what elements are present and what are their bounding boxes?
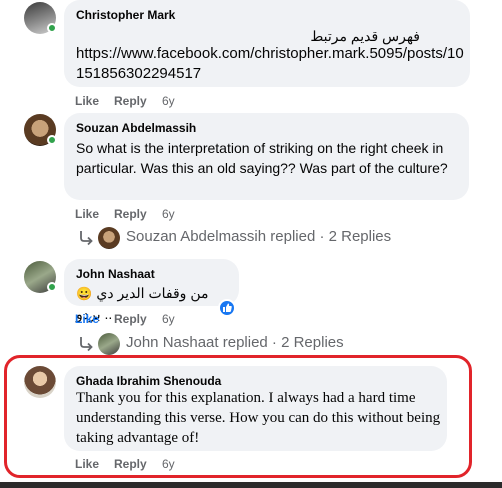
comment-bubble: Souzan Abdelmassih So what is the interp… [64, 113, 469, 200]
comment-bubble: Christopher Mark فهرس قديم مرتبط https:/… [64, 0, 470, 87]
comment-bubble: John Nashaat 😀 من وقفات الدير دي بردو .. [64, 259, 239, 322]
online-status-icon [47, 135, 57, 145]
comment-age[interactable]: 6y [162, 457, 175, 471]
comment-author[interactable]: Ghada Ibrahim Shenouda [76, 374, 221, 388]
bottom-taskbar-edge [0, 482, 502, 488]
replies-summary[interactable]: Souzan Abdelmassih replied · 2 Replies [126, 228, 391, 245]
view-replies-link[interactable]: John Nashaat replied · 2 Replies [78, 333, 378, 355]
replies-summary[interactable]: John Nashaat replied · 2 Replies [126, 334, 344, 351]
comment-text: So what is the interpretation of strikin… [76, 140, 448, 176]
like-button[interactable]: Like [75, 457, 99, 471]
reply-arrow-icon [80, 231, 93, 246]
comment-actions: Like Reply 6y [75, 94, 275, 108]
reply-button[interactable]: Reply [114, 94, 147, 108]
comment-author[interactable]: John Nashaat [76, 267, 155, 281]
online-status-icon [47, 23, 57, 33]
comment-age[interactable]: 6y [162, 207, 175, 221]
like-button[interactable]: Like [75, 94, 99, 108]
comment-bubble: Ghada Ibrahim Shenouda Thank you for thi… [64, 366, 447, 451]
reply-button[interactable]: Reply [114, 207, 147, 221]
view-replies-link[interactable]: Souzan Abdelmassih replied · 2 Replies [78, 227, 408, 249]
like-button[interactable]: Like [75, 207, 99, 221]
reply-button[interactable]: Reply [114, 457, 147, 471]
comment-text-arabic: فهرس قديم مرتبط [310, 28, 420, 44]
comment-author[interactable]: Souzan Abdelmassih [76, 121, 196, 135]
reply-button[interactable]: Reply [114, 312, 147, 326]
avatar-mini [98, 227, 120, 249]
reply-arrow-icon [80, 337, 93, 352]
comment-actions: Like Reply 6y [75, 312, 275, 326]
comment-text: Thank you for this explanation. I always… [76, 390, 441, 446]
emoji-grinning: 😀 [76, 286, 93, 301]
like-button[interactable]: Like [75, 312, 99, 326]
comment-author[interactable]: Christopher Mark [76, 8, 175, 22]
comment-age[interactable]: 6y [162, 94, 175, 108]
comment-actions: Like Reply 6y [75, 457, 275, 471]
avatar-ghada-ibrahim-shenouda[interactable] [24, 366, 56, 398]
avatar-mini [98, 333, 120, 355]
comment-actions: Like Reply 6y [75, 207, 275, 221]
online-status-icon [47, 282, 57, 292]
comment-age[interactable]: 6y [162, 312, 175, 326]
comment-link[interactable]: https://www.facebook.com/christopher.mar… [76, 44, 464, 84]
